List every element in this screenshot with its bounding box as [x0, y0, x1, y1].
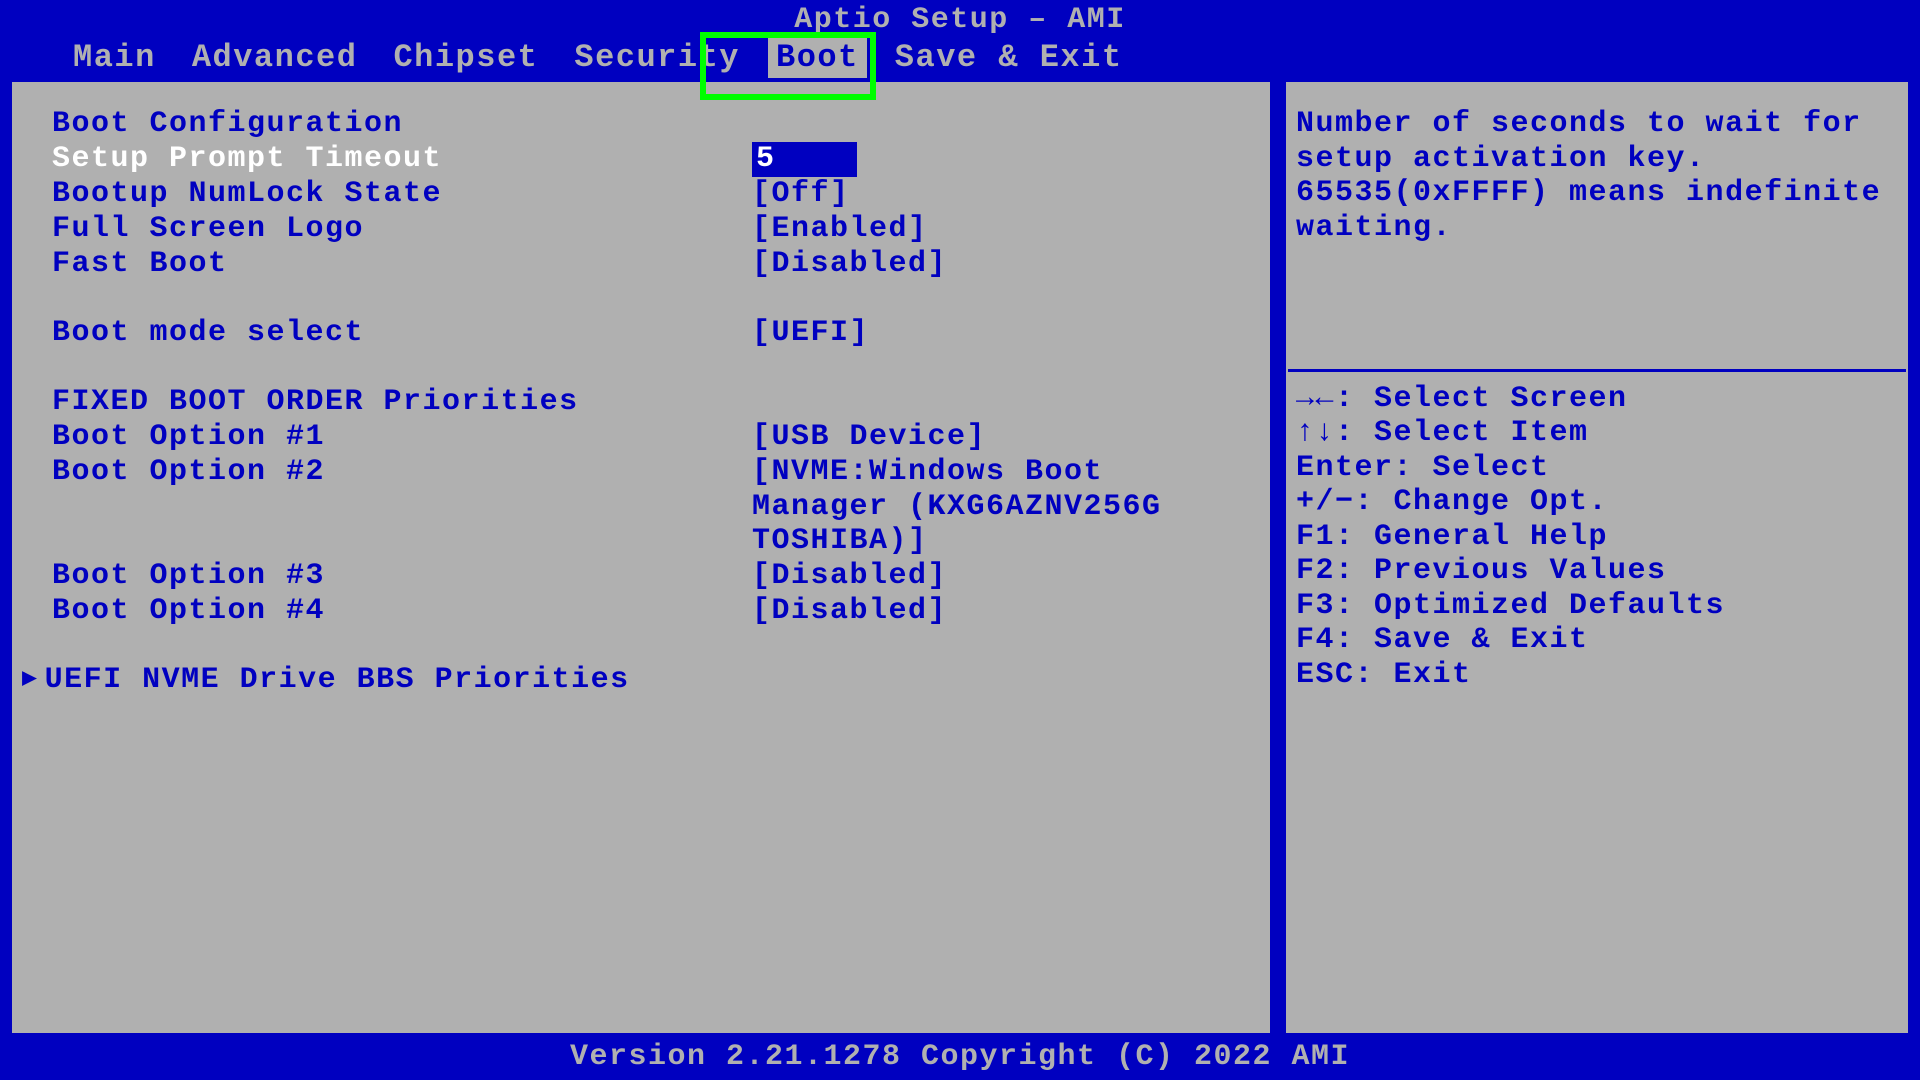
key-select-item: ↑↓: Select Item — [1296, 416, 1898, 451]
fastboot-value[interactable]: [Disabled] — [752, 247, 947, 282]
fullscreen-value[interactable]: [Enabled] — [752, 212, 928, 247]
row-setup-prompt-timeout[interactable]: Setup Prompt Timeout 5 — [52, 142, 1255, 177]
numlock-value[interactable]: [Off] — [752, 177, 850, 212]
row-boot-mode[interactable]: Boot mode select [UEFI] — [52, 316, 1255, 351]
bootmode-value[interactable]: [UEFI] — [752, 316, 869, 351]
setup-prompt-value[interactable]: 5 — [752, 142, 857, 177]
boot4-label: Boot Option #4 — [52, 594, 752, 629]
main-area: Boot Configuration Setup Prompt Timeout … — [0, 78, 1920, 1037]
row-boot-option-3[interactable]: Boot Option #3 [Disabled] — [52, 559, 1255, 594]
section-heading-boot-order: FIXED BOOT ORDER Priorities — [52, 385, 1255, 420]
chevron-right-icon: ▶ — [22, 665, 39, 694]
fullscreen-label: Full Screen Logo — [52, 212, 752, 247]
boot2-label: Boot Option #2 — [52, 455, 752, 559]
boot1-label: Boot Option #1 — [52, 420, 752, 455]
tab-security[interactable]: Security — [566, 37, 748, 78]
key-previous-values: F2: Previous Values — [1296, 554, 1898, 589]
bootmode-label: Boot mode select — [52, 316, 752, 351]
help-pane: Number of seconds to wait for setup acti… — [1282, 78, 1912, 1037]
tab-main[interactable]: Main — [65, 37, 164, 78]
footer-version: Version 2.21.1278 Copyright (C) 2022 AMI — [0, 1037, 1920, 1080]
row-numlock-state[interactable]: Bootup NumLock State [Off] — [52, 177, 1255, 212]
row-fast-boot[interactable]: Fast Boot [Disabled] — [52, 247, 1255, 282]
key-optimized-defaults: F3: Optimized Defaults — [1296, 589, 1898, 624]
bios-setup-screen: Aptio Setup – AMI Main Advanced Chipset … — [0, 0, 1920, 1080]
help-description: Number of seconds to wait for setup acti… — [1286, 82, 1908, 369]
key-change-opt: +/−: Change Opt. — [1296, 485, 1898, 520]
boot1-value[interactable]: [USB Device] — [752, 420, 986, 455]
content-pane: Boot Configuration Setup Prompt Timeout … — [8, 78, 1274, 1037]
row-boot-option-1[interactable]: Boot Option #1 [USB Device] — [52, 420, 1255, 455]
tab-chipset[interactable]: Chipset — [385, 37, 546, 78]
boot2-value[interactable]: [NVME:Windows Boot Manager (KXG6AZNV256G… — [752, 455, 1172, 559]
tab-save-exit[interactable]: Save & Exit — [887, 37, 1131, 78]
row-boot-option-4[interactable]: Boot Option #4 [Disabled] — [52, 594, 1255, 629]
uefi-nvme-label: UEFI NVME Drive BBS Priorities — [45, 663, 630, 698]
row-uefi-nvme-priorities[interactable]: ▶ UEFI NVME Drive BBS Priorities — [52, 663, 1255, 698]
key-general-help: F1: General Help — [1296, 520, 1898, 555]
tab-advanced[interactable]: Advanced — [184, 37, 366, 78]
boot4-value[interactable]: [Disabled] — [752, 594, 947, 629]
key-save-exit: F4: Save & Exit — [1296, 623, 1898, 658]
tab-bar: Main Advanced Chipset Security Boot Save… — [0, 37, 1920, 78]
setup-prompt-label: Setup Prompt Timeout — [52, 142, 752, 177]
numlock-label: Bootup NumLock State — [52, 177, 752, 212]
fastboot-label: Fast Boot — [52, 247, 752, 282]
key-esc-exit: ESC: Exit — [1296, 658, 1898, 693]
key-enter: Enter: Select — [1296, 451, 1898, 486]
row-fullscreen-logo[interactable]: Full Screen Logo [Enabled] — [52, 212, 1255, 247]
boot3-label: Boot Option #3 — [52, 559, 752, 594]
key-select-screen: →←: Select Screen — [1296, 382, 1898, 417]
page-title: Aptio Setup – AMI — [0, 0, 1920, 37]
row-boot-option-2[interactable]: Boot Option #2 [NVME:Windows Boot Manage… — [52, 455, 1255, 559]
section-heading-boot-config: Boot Configuration — [52, 107, 1255, 142]
boot3-value[interactable]: [Disabled] — [752, 559, 947, 594]
tab-boot[interactable]: Boot — [768, 37, 867, 78]
key-legend: →←: Select Screen ↑↓: Select Item Enter:… — [1286, 372, 1908, 713]
